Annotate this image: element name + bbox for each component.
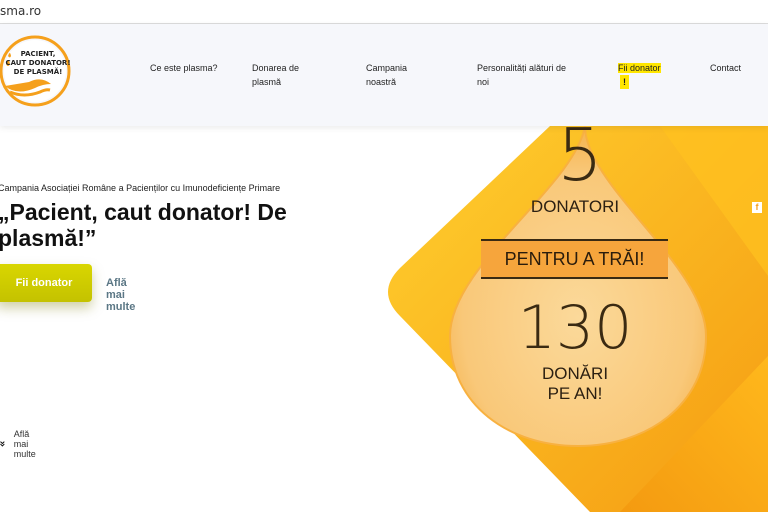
donations-label-line2: PE AN! [547, 384, 603, 403]
nav-label: Donarea de plasmă [252, 63, 300, 87]
nav-item-ce-este-plasma[interactable]: Ce este plasma? [150, 61, 242, 75]
site-logo[interactable]: PACIENT, CAUT DONATOR! DE PLASMĂ! [0, 34, 72, 108]
svg-text:PACIENT,: PACIENT, [21, 50, 56, 58]
campaign-subtitle: Campania Asociației Române a Pacienților… [0, 183, 281, 193]
nav-item-campania-noastra[interactable]: Campania noastră [366, 61, 426, 89]
site-header: PACIENT, CAUT DONATOR! DE PLASMĂ! Ce est… [0, 24, 768, 126]
nav-badge: ! [620, 75, 629, 89]
double-chevron-down-icon [0, 441, 5, 447]
become-donor-label: Fii donator [15, 277, 73, 289]
nav-label: Contact [710, 63, 742, 73]
donations-label: DONĂRI PE AN! [500, 364, 650, 404]
nav-label: Ce este plasma? [150, 63, 218, 73]
address-bar[interactable]: sma.ro [0, 0, 768, 24]
nav-label: Personalități alături de noi [477, 63, 567, 87]
svg-text:CAUT DONATOR!: CAUT DONATOR! [5, 59, 70, 67]
nav-item-fii-donator[interactable]: Fii donator ! [618, 61, 678, 89]
nav-item-contact[interactable]: Contact [710, 61, 760, 75]
facebook-icon[interactable]: f [752, 202, 762, 213]
scroll-down-link[interactable]: Află mai multe [0, 429, 41, 459]
address-bar-url: sma.ro [0, 4, 42, 18]
nav-label: Campania noastră [366, 63, 408, 87]
become-donor-button[interactable]: Fii donator [0, 264, 92, 302]
nav-item-personalitati[interactable]: Personalități alături de noi [477, 61, 577, 89]
hero-headline: „Pacient, caut donator! De plasmă!” [0, 199, 287, 251]
svg-text:DE PLASMĂ!: DE PLASMĂ! [14, 67, 63, 76]
donations-label-line1: DONĂRI [541, 364, 609, 383]
nav-label: Fii donator [618, 63, 661, 73]
donors-label: DONATORI [530, 197, 620, 216]
donors-number: 5 [557, 113, 603, 197]
donations-number: 130 [517, 293, 633, 363]
life-banner: PENTRU A TRĂI! [481, 239, 668, 279]
life-banner-text: PENTRU A TRĂI! [504, 248, 645, 269]
scroll-down-label: Află mai multe [13, 429, 36, 459]
nav-item-donarea-de-plasma[interactable]: Donarea de plasmă [252, 61, 312, 89]
learn-more-link[interactable]: Află mai multe [106, 277, 135, 313]
